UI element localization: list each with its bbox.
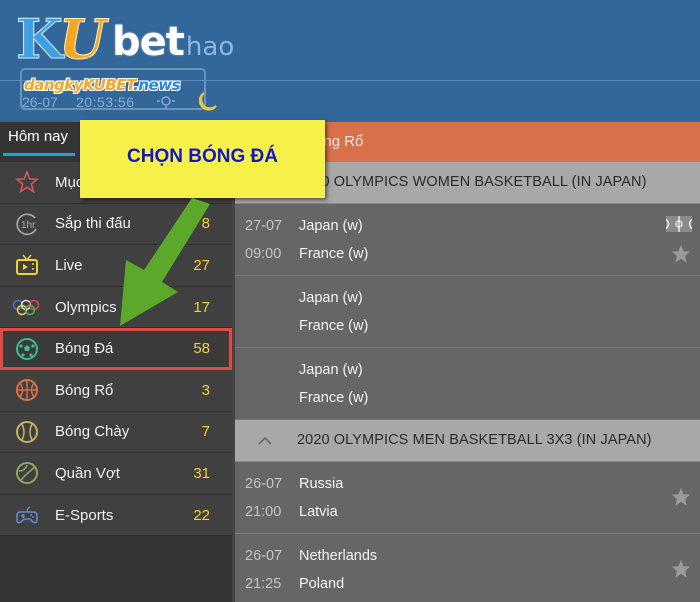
sidebar-item-label: Live [55, 256, 83, 274]
sidebar-item-count: 3 [201, 381, 210, 399]
home-team: Japan (w) [299, 362, 363, 378]
league-title: 2020 OLYMPICS MEN BASKETBALL 3X3 (IN JAP… [297, 432, 652, 448]
sidebar-item-label: Bóng Đá [55, 340, 114, 358]
match-row[interactable]: Japan (w) France (w) [235, 348, 700, 420]
callout-text: CHỌN BÓNG ĐÁ [127, 146, 278, 167]
sidebar-item-label: Bóng Chày [55, 423, 130, 441]
olympic-rings-icon [12, 299, 40, 316]
away-team: France (w) [299, 390, 369, 406]
away-team: France (w) [299, 318, 369, 334]
sidebar-item-count: 22 [193, 506, 210, 524]
sidebar-item-basketball[interactable]: Bóng Rổ 3 [0, 369, 232, 412]
watermark: dangkyKUBET.news [24, 76, 181, 94]
tab-today[interactable]: Hôm nay [8, 128, 68, 145]
league-header[interactable]: 2020 OLYMPICS MEN BASKETBALL 3X3 (IN JAP… [235, 420, 700, 462]
favorite-star-icon[interactable] [670, 486, 692, 508]
logo-suffix: hao [185, 32, 235, 62]
logo-k: K [16, 7, 64, 71]
baseball-icon [16, 420, 38, 443]
tab-active-indicator [3, 153, 75, 156]
one-hour-icon: 1hr [16, 213, 37, 235]
svg-text:1hr: 1hr [21, 220, 36, 231]
moon-icon[interactable] [196, 90, 218, 112]
watermark-main: dangkyKUBET [24, 76, 134, 94]
gamepad-icon [16, 506, 38, 524]
tv-icon [16, 254, 38, 276]
match-time: 21:00 [245, 504, 282, 520]
logo-bet: bet [112, 19, 185, 65]
sidebar-item-soccer[interactable]: Bóng Đá 58 [0, 328, 232, 370]
sidebar-item-tennis[interactable]: Quần Vợt 31 [0, 453, 232, 495]
clock-date: 26-07 [22, 94, 58, 110]
home-team: Netherlands [299, 548, 378, 564]
sidebar-item-count: 31 [193, 464, 210, 482]
pointer-arrow-icon [120, 198, 210, 326]
instruction-callout: CHỌN BÓNG ĐÁ [80, 120, 325, 198]
watermark-tld: .news [133, 76, 181, 94]
home-team: Russia [299, 476, 344, 492]
kubet-logo[interactable]: K U bet hao [16, 7, 235, 71]
sidebar-item-count: 58 [193, 340, 210, 358]
soccer-ball-icon [16, 337, 38, 360]
sidebar-item-label: Bóng Rổ [55, 381, 114, 399]
match-date: 27-07 [245, 218, 283, 234]
sidebar-item-label: Quần Vợt [55, 464, 120, 482]
basketball-icon [16, 379, 38, 402]
chevron-up-icon[interactable] [257, 434, 273, 446]
sidebar-item-label: E-Sports [55, 506, 114, 524]
league-title: 2020 OLYMPICS WOMEN BASKETBALL (IN JAPAN… [297, 174, 647, 190]
sun-icon[interactable] [157, 93, 175, 109]
favorite-star-icon[interactable] [670, 243, 692, 265]
match-row[interactable]: Japan (w) France (w) [235, 276, 700, 348]
clock-time: 20:53:56 [76, 94, 135, 110]
away-team: Poland [299, 576, 345, 592]
match-time: 21:25 [245, 576, 282, 592]
away-team: France (w) [299, 246, 369, 262]
away-team: Latvia [299, 504, 338, 520]
match-date: 26-07 [245, 548, 283, 564]
tennis-ball-icon [16, 462, 38, 485]
favorite-star-icon[interactable] [670, 558, 692, 580]
sidebar-item-count: 7 [201, 423, 210, 441]
match-row[interactable]: 26-07 21:25 Netherlands Poland [235, 534, 700, 602]
home-team: Japan (w) [299, 290, 363, 306]
court-icon[interactable] [666, 216, 692, 232]
match-time: 09:00 [245, 246, 282, 262]
logo-u: U [58, 7, 107, 71]
home-team: Japan (w) [299, 218, 363, 234]
page: K U bet hao 26-07 20:53:56 dangkyKUBET.n… [0, 0, 700, 602]
sidebar-item-baseball[interactable]: Bóng Chày 7 [0, 411, 232, 454]
sidebar-item-esports[interactable]: E-Sports 22 [0, 494, 232, 537]
match-row[interactable]: 27-07 09:00 Japan (w) France (w) [235, 204, 700, 276]
star-icon [15, 170, 39, 194]
header: K U bet hao 26-07 20:53:56 dangkyKUBET.n… [0, 0, 700, 122]
match-row[interactable]: 26-07 21:00 Russia Latvia [235, 462, 700, 534]
match-date: 26-07 [245, 476, 283, 492]
